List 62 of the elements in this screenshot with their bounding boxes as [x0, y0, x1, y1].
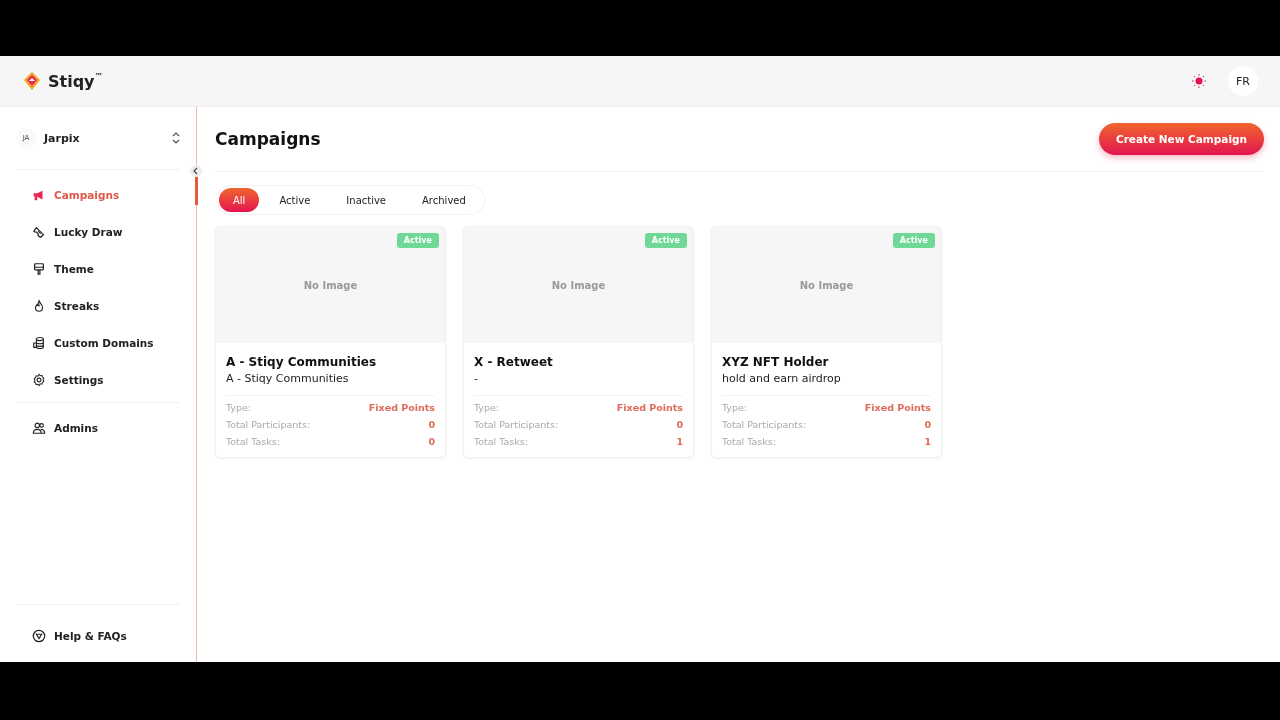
- sidebar-item[interactable]: Theme: [16, 250, 180, 287]
- database-icon: [32, 335, 46, 350]
- filter-tab[interactable]: All: [219, 188, 260, 212]
- flame-icon: [32, 298, 46, 313]
- sidebar-item[interactable]: Custom Domains: [16, 324, 180, 361]
- campaign-card[interactable]: No Image Active XYZ NFT Holder hold and earn airdrop Type: Fixed Points Total Participants: 0 Total Tasks: 1: [711, 226, 942, 458]
- tasks-value: 1: [676, 436, 683, 447]
- sidebar-item[interactable]: Settings: [16, 361, 180, 398]
- status-badge: Active: [396, 233, 439, 248]
- brush-icon: [32, 261, 46, 276]
- status-badge: Active: [892, 233, 935, 248]
- participants-value: 0: [428, 419, 435, 430]
- no-image-text: No Image: [551, 279, 606, 291]
- sidebar-item[interactable]: Lucky Draw: [16, 213, 180, 250]
- users-icon: [32, 420, 46, 435]
- type-value: Fixed Points: [616, 402, 683, 413]
- campaign-description: hold and earn airdrop: [722, 372, 931, 396]
- participants-label: Total Participants:: [226, 419, 311, 430]
- type-value: Fixed Points: [368, 402, 435, 413]
- campaign-card[interactable]: No Image Active A - Stiqy Communities A - Stiqy Communities Type: Fixed Points Total Participants: 0 Total Tasks: 0: [215, 226, 446, 458]
- sidebar-item[interactable]: Streaks: [16, 287, 180, 324]
- logo-icon: [22, 71, 42, 91]
- chevron-updown-icon[interactable]: [172, 132, 180, 144]
- sun-icon[interactable]: [1192, 74, 1206, 88]
- collapse-button[interactable]: [190, 165, 202, 177]
- type-label: Type:: [722, 402, 748, 413]
- page-title: Campaigns: [215, 129, 321, 149]
- participants-value: 0: [924, 419, 931, 430]
- ticket-icon: [32, 224, 46, 239]
- type-label: Type:: [226, 402, 252, 413]
- filter-tab[interactable]: Archived: [406, 188, 482, 212]
- type-label: Type:: [474, 402, 500, 413]
- help-link[interactable]: Help & FAQs: [16, 617, 180, 654]
- filter-tab[interactable]: Active: [263, 188, 327, 212]
- campaign-description: A - Stiqy Communities: [226, 372, 435, 396]
- gear-icon: [32, 372, 46, 387]
- tasks-label: Total Tasks:: [722, 436, 776, 447]
- campaign-title: A - Stiqy Communities: [226, 355, 378, 369]
- active-indicator: [195, 177, 198, 205]
- language-button[interactable]: FR: [1228, 66, 1258, 96]
- tasks-label: Total Tasks:: [474, 436, 528, 447]
- participants-label: Total Participants:: [474, 419, 559, 430]
- create-campaign-button[interactable]: Create New Campaign: [1098, 123, 1264, 155]
- no-image-text: No Image: [799, 279, 854, 291]
- campaign-card[interactable]: No Image Active X - Retweet - Type: Fixed Points Total Participants: 0 Total Tasks: 1: [463, 226, 694, 458]
- tasks-value: 1: [924, 436, 931, 447]
- campaign-description: -: [474, 372, 683, 396]
- tasks-value: 0: [428, 436, 435, 447]
- help-icon: [32, 628, 46, 643]
- tasks-label: Total Tasks:: [226, 436, 280, 447]
- campaign-title: X - Retweet: [474, 355, 554, 369]
- brand-name: Stiqy™: [48, 71, 103, 91]
- sidebar-item[interactable]: Campaigns: [16, 176, 180, 213]
- status-badge: Active: [644, 233, 687, 248]
- participants-label: Total Participants:: [722, 419, 807, 430]
- sidebar-item[interactable]: Admins: [16, 409, 180, 446]
- workspace-name[interactable]: Jarpix: [44, 131, 80, 145]
- participants-value: 0: [676, 419, 683, 430]
- filter-tab[interactable]: Inactive: [330, 188, 403, 212]
- type-value: Fixed Points: [864, 402, 931, 413]
- no-image-text: No Image: [303, 279, 358, 291]
- campaign-title: XYZ NFT Holder: [722, 355, 830, 369]
